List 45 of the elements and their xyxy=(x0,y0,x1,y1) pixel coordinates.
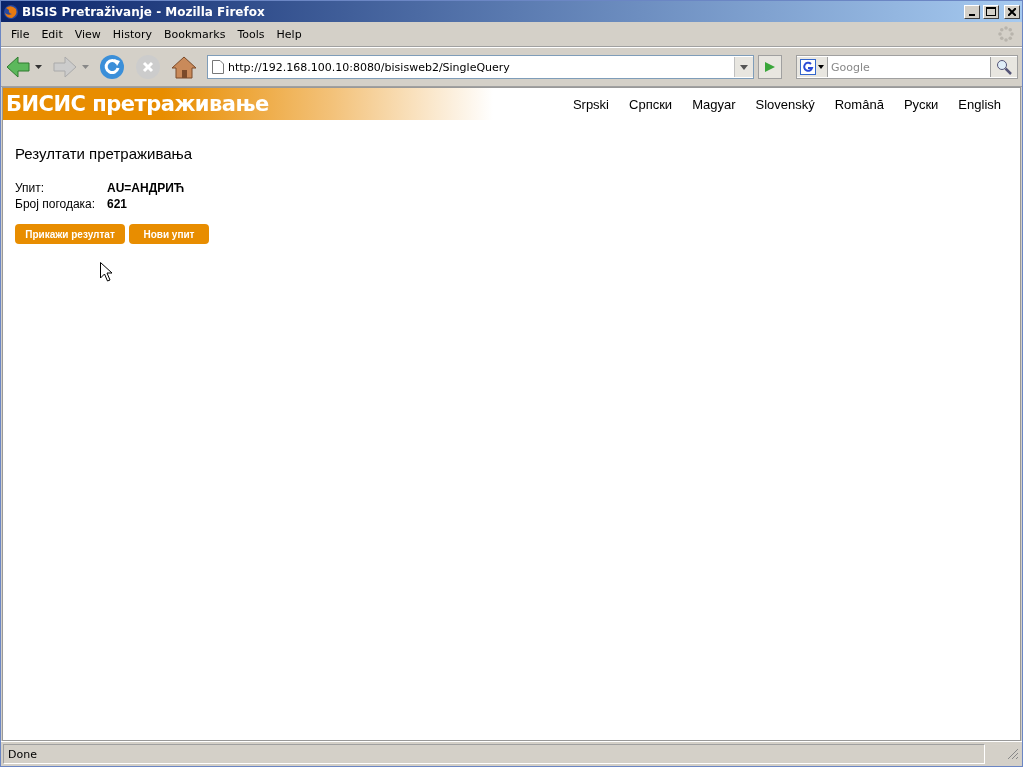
minimize-icon xyxy=(969,13,975,16)
menu-item[interactable]: Bookmarks xyxy=(158,25,232,43)
status-text: Done xyxy=(3,744,985,764)
menu-item[interactable]: File xyxy=(5,25,36,43)
language-link[interactable]: Slovenský xyxy=(755,96,815,112)
language-link[interactable]: Magyar xyxy=(692,96,736,112)
search-box[interactable]: Google xyxy=(796,55,1018,79)
language-link[interactable]: English xyxy=(958,96,1001,112)
window-title: BISIS Pretraživanje - Mozilla Firefox xyxy=(22,4,266,19)
throbber-icon xyxy=(998,26,1014,42)
search-engine-button[interactable] xyxy=(797,57,828,77)
resize-grip-icon[interactable] xyxy=(1007,748,1019,760)
field-label: Упит: xyxy=(15,180,46,196)
language-link[interactable]: Română xyxy=(834,96,884,112)
site-title: БИСИС претраживање xyxy=(5,92,269,116)
home-icon[interactable] xyxy=(171,55,197,79)
maximize-button[interactable] xyxy=(983,4,999,19)
field-label: Број погодака: xyxy=(15,196,97,212)
search-icon xyxy=(996,59,1012,75)
dropdown-caret-icon[interactable] xyxy=(35,65,42,69)
maximize-icon xyxy=(986,7,996,16)
menu-item[interactable]: History xyxy=(106,25,158,43)
minimize-button[interactable] xyxy=(964,4,980,19)
address-field[interactable]: http://192.168.100.10:8080/bisisweb2/SingleQuery xyxy=(207,55,754,79)
menu-item[interactable]: Help xyxy=(270,25,308,43)
results-heading: Резултати претраживања xyxy=(15,145,194,162)
play-arrow-icon xyxy=(764,61,776,73)
search-button[interactable] xyxy=(990,57,1017,77)
menu-item[interactable]: Edit xyxy=(35,25,69,43)
firefox-logo-icon xyxy=(3,3,19,20)
language-link[interactable]: Српски xyxy=(629,96,673,112)
menu-item[interactable]: View xyxy=(68,25,107,43)
close-icon xyxy=(1008,7,1016,16)
mouse-pointer-icon xyxy=(100,262,112,282)
field-value: 621 xyxy=(107,196,129,212)
g-logo-icon xyxy=(800,59,816,75)
language-link[interactable]: Srpski xyxy=(572,96,609,112)
language-link[interactable]: Руски xyxy=(903,96,939,112)
reload-icon[interactable] xyxy=(99,54,125,80)
dropdown-caret-icon[interactable] xyxy=(740,64,748,70)
close-button[interactable] xyxy=(1004,4,1020,19)
field-value: AU=АНДРИЋ xyxy=(107,180,185,196)
menu-item[interactable]: Tools xyxy=(231,25,271,43)
dropdown-caret-icon[interactable] xyxy=(818,65,824,69)
page-icon xyxy=(212,60,224,74)
